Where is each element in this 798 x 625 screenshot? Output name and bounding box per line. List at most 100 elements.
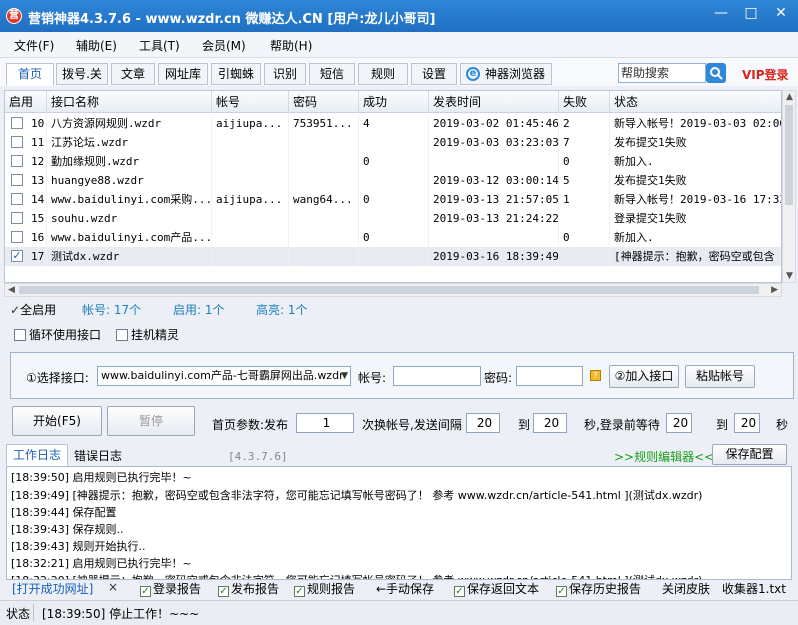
tab-spider[interactable]: 引蜘蛛 [211, 63, 261, 85]
robot-checkbox[interactable]: 挂机精灵 [116, 326, 179, 343]
interface-select[interactable]: www.baidulinyi.com产品-七哥霸屏网出品.wzdr ▼ [97, 366, 351, 386]
interval-from-input[interactable]: 20 [466, 413, 500, 433]
search-input[interactable]: 帮助搜索 [618, 63, 706, 83]
tab-article[interactable]: 文章 [111, 63, 155, 85]
table-row[interactable]: 15 souhu.wzdr 2019-03-13 21:24:22 登录提交1失败 [5, 209, 781, 228]
collector-link[interactable]: 收集器1.txt [722, 580, 786, 597]
tab-dial[interactable]: 拨号.关 [56, 63, 108, 85]
minimize-button[interactable]: — [708, 2, 734, 24]
row-enable-checkbox[interactable]: ✓ [11, 250, 23, 262]
save-history-checkbox[interactable]: ✓ 保存历史报告 [556, 580, 641, 597]
table-row[interactable]: 16 www.baidulinyi.com产品... 0 0 新加入. [5, 228, 781, 247]
cell-time: 2019-03-12 03:00:14 [429, 171, 559, 190]
cell-fail: 0 [559, 228, 610, 247]
tab-rules[interactable]: 规则 [358, 63, 408, 85]
loop-interface-checkbox[interactable]: 循环使用接口 [14, 326, 101, 343]
save-config-button[interactable]: 保存配置 [712, 444, 787, 465]
tab-recognize[interactable]: 识别 [264, 63, 306, 85]
table-row[interactable]: 12 勤加缘规则.wzdr 0 0 新加入. [5, 152, 781, 171]
maximize-button[interactable]: □ [738, 2, 764, 24]
interval-to-input[interactable]: 20 [533, 413, 567, 433]
vip-login-link[interactable]: VIP登录 [742, 66, 789, 83]
wait-from-input[interactable]: 20 [666, 413, 692, 433]
rule-editor-link[interactable]: >>规则编辑器<< [614, 448, 714, 465]
menu-tools[interactable]: 工具(T) [139, 37, 180, 54]
cell-name: souhu.wzdr [47, 209, 212, 228]
paste-account-button[interactable]: 粘贴帐号 [685, 365, 755, 388]
col-time[interactable]: 发表时间 [429, 91, 559, 113]
col-password[interactable]: 密码 [289, 91, 359, 113]
horizontal-scrollbar[interactable]: ◀ ▶ [4, 283, 782, 297]
save-return-checkbox[interactable]: ✓ 保存返回文本 [454, 580, 539, 597]
cell-name: 勤加缘规则.wzdr [47, 152, 212, 171]
cell-name: www.baidulinyi.com采购... [47, 190, 212, 209]
interface-select-value: www.baidulinyi.com产品-七哥霸屏网出品.wzdr [101, 369, 344, 382]
col-success[interactable]: 成功 [359, 91, 429, 113]
tab-sms[interactable]: 短信 [309, 63, 355, 85]
password-input[interactable] [516, 366, 583, 386]
pause-button[interactable]: 暂停 [107, 406, 195, 436]
enabled-count: 启用: 1个 [173, 303, 225, 317]
rule-report-checkbox[interactable]: ✓ 规则报告 [294, 580, 355, 597]
cell-success [359, 171, 429, 190]
cell-status: 新导入帐号！2019-03-16 17:33 [610, 190, 781, 209]
close-icon[interactable]: × [108, 580, 118, 594]
row-enable-checkbox[interactable] [11, 193, 23, 205]
table-row[interactable]: 11 江苏论坛.wzdr 2019-03-03 03:23:03 7 发布提交1失败 [5, 133, 781, 152]
loop-label: 循环使用接口 [29, 328, 102, 342]
col-status[interactable]: 状态 [610, 91, 781, 113]
table-row[interactable]: 13 huangye88.wzdr 2019-03-12 03:00:14 5 发布提交… [5, 171, 781, 190]
col-fail[interactable]: 失败 [559, 91, 610, 113]
table-row[interactable]: ✓ 17 测试dx.wzdr 2019-03-16 18:39:49 [神器提示：抱歉，… [5, 247, 781, 266]
close-skin-link[interactable]: 关闭皮肤 [662, 580, 710, 597]
login-report-checkbox[interactable]: ✓ 登录报告 [140, 580, 201, 597]
search-button[interactable] [706, 63, 726, 83]
tab-browser[interactable]: e 神器浏览器 [460, 63, 552, 85]
cell-password [289, 209, 359, 228]
params-label: 首页参数:发布 [212, 418, 289, 432]
add-interface-button[interactable]: ②加入接口 [609, 365, 679, 388]
publish-count-input[interactable]: 1 [296, 413, 354, 433]
cell-fail [559, 247, 610, 266]
cell-status: 新加入. [610, 152, 781, 171]
row-enable-checkbox[interactable] [11, 212, 23, 224]
table-row[interactable]: 14 www.baidulinyi.com采购... aijiupa... wang6… [5, 190, 781, 209]
start-button[interactable]: 开始(F5) [12, 406, 102, 436]
row-enable-checkbox[interactable] [11, 136, 23, 148]
publish-report-checkbox[interactable]: ✓ 发布报告 [218, 580, 279, 597]
tab-url-library[interactable]: 网址库 [158, 63, 208, 85]
cell-account [212, 171, 289, 190]
col-account[interactable]: 帐号 [212, 91, 289, 113]
open-success-url-link[interactable]: [打开成功网址] [12, 580, 93, 597]
row-enable-checkbox[interactable] [11, 231, 23, 243]
menu-file[interactable]: 文件(F) [14, 37, 54, 54]
menu-help[interactable]: 帮助(H) [270, 37, 312, 54]
wait-to-input[interactable]: 20 [734, 413, 760, 433]
tab-error-log[interactable]: 错误日志 [68, 446, 128, 466]
select-interface-label: ①选择接口: [26, 371, 89, 385]
account-input[interactable] [393, 366, 481, 386]
manual-save-link[interactable]: ←手动保存 [376, 580, 434, 597]
tab-settings[interactable]: 设置 [411, 63, 457, 85]
close-button[interactable]: ✕ [768, 2, 794, 24]
tab-home[interactable]: 首页 [6, 63, 54, 86]
row-enable-checkbox[interactable] [11, 155, 23, 167]
col-enabled[interactable]: 启用 [5, 91, 47, 113]
cell-password [289, 247, 359, 266]
cell-success: 4 [359, 114, 429, 133]
row-enable-checkbox[interactable] [11, 174, 23, 186]
cell-time: 2019-03-03 03:23:03 [429, 133, 559, 152]
select-all-link[interactable]: ✓全启用 [10, 301, 56, 318]
row-enable-checkbox[interactable] [11, 117, 23, 129]
table-row[interactable]: 10 八方资源网规则.wzdr aijiupa... 753951... 4 2019-0… [5, 114, 781, 133]
cell-time: 2019-03-13 21:57:05 [429, 190, 559, 209]
cell-status: [神器提示：抱歉，密码空或包含 [610, 247, 781, 266]
vertical-scrollbar[interactable]: ▲ ▼ [782, 90, 796, 283]
menu-assist[interactable]: 辅助(E) [76, 37, 117, 54]
cell-account [212, 133, 289, 152]
tab-work-log[interactable]: 工作日志 [6, 444, 68, 466]
window-title: 营销神器4.3.7.6 - www.wzdr.cn 微赚达人.CN [用户:龙儿… [28, 12, 436, 27]
col-name[interactable]: 接口名称 [47, 91, 212, 113]
menu-member[interactable]: 会员(M) [202, 37, 246, 54]
robot-checkbox-box [116, 329, 128, 341]
